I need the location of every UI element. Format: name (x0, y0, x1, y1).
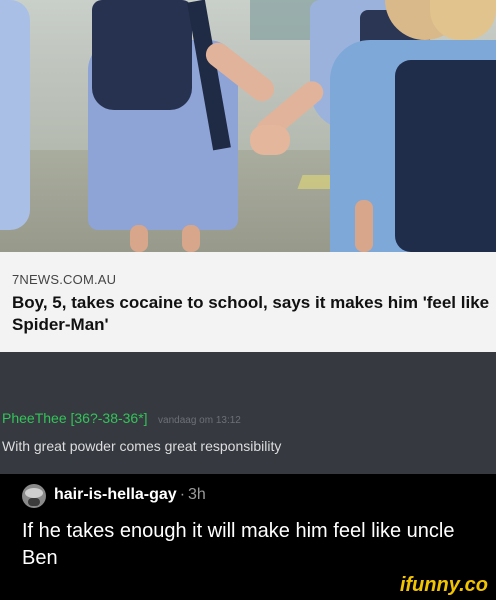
backpack-icon (92, 0, 192, 110)
discord-message-text: With great powder comes great responsibi… (2, 438, 282, 454)
discord-message-header: PheeThee [36?-38-36*] vandaag om 13:12 (2, 410, 241, 428)
ifunny-watermark: ifunny.co (399, 574, 488, 596)
comment-header: hair-is-hella-gay · 3h (54, 486, 206, 504)
news-source: 7NEWS.COM.AU (12, 272, 117, 287)
news-photo (0, 0, 496, 252)
discord-username[interactable]: PheeThee [36?-38-36*] (2, 410, 148, 426)
comment-text: If he takes enough it will make him feel… (22, 520, 455, 569)
comment-separator: · (179, 486, 186, 503)
comment-username[interactable]: hair-is-hella-gay (54, 486, 177, 503)
discord-message: PheeThee [36?-38-36*] vandaag om 13:12 W… (0, 352, 496, 474)
news-card[interactable]: 7NEWS.COM.AU Boy, 5, takes cocaine to sc… (0, 252, 496, 352)
news-headline: Boy, 5, takes cocaine to school, says it… (12, 293, 490, 334)
avatar[interactable] (22, 484, 46, 508)
discord-timestamp: vandaag om 13:12 (158, 415, 241, 426)
comment: hair-is-hella-gay · 3h If he takes enough … (0, 474, 496, 600)
holding-hands (250, 125, 290, 155)
comment-time: 3h (188, 486, 206, 503)
